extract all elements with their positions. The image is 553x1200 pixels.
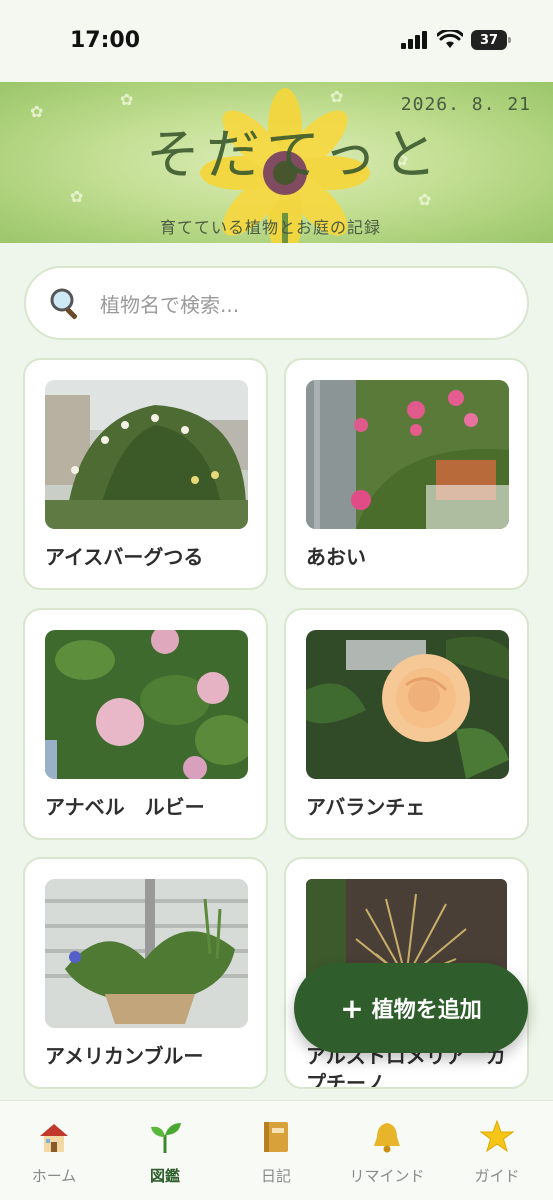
- sparkle-icon: ✿: [30, 102, 44, 121]
- plant-card[interactable]: アメリカンブルー: [23, 857, 268, 1089]
- plant-name: アナベル ルビー: [45, 795, 205, 819]
- plant-photo: [45, 380, 248, 529]
- tab-remind[interactable]: リマインド: [337, 1119, 437, 1186]
- battery-icon: 37: [471, 30, 511, 50]
- tab-zukan-label: 図鑑: [149, 1167, 180, 1185]
- search-placeholder: 植物名で検索...: [100, 292, 240, 317]
- plant-photo: [45, 630, 248, 779]
- app-title: そだてっと: [146, 123, 443, 186]
- plant-photo: [306, 630, 509, 779]
- tab-guide[interactable]: ガイド: [447, 1119, 547, 1186]
- notebook-icon: [264, 1122, 288, 1152]
- signal-icon: [401, 31, 427, 49]
- tab-diary-label: 日記: [260, 1167, 291, 1185]
- tab-home[interactable]: ホーム: [4, 1119, 104, 1186]
- tab-zukan[interactable]: 図鑑: [115, 1119, 215, 1186]
- plant-photo: [306, 380, 509, 529]
- status-time: 17:00: [70, 28, 141, 53]
- tab-diary[interactable]: 日記: [226, 1119, 326, 1186]
- tab-remind-label: リマインド: [349, 1167, 425, 1185]
- tab-guide-label: ガイド: [474, 1167, 520, 1185]
- plant-name: アイスバーグつる: [45, 545, 204, 569]
- sparkle-icon: ✿: [70, 187, 84, 206]
- plant-card[interactable]: アナベル ルビー: [23, 608, 268, 840]
- banner-subtitle: 育てている植物とお庭の記録: [160, 218, 382, 237]
- status-icons: 37: [401, 30, 511, 50]
- banner-date: 2026. 8. 21: [400, 94, 531, 115]
- plant-card[interactable]: アバランチェ: [284, 608, 529, 840]
- plant-card[interactable]: あおい: [284, 358, 529, 590]
- plant-name: アバランチェ: [306, 795, 426, 819]
- search-input[interactable]: 植物名で検索...: [24, 266, 529, 340]
- star-icon: [479, 1119, 515, 1153]
- plus-icon: +: [340, 991, 364, 1025]
- plant-card[interactable]: アイスバーグつる: [23, 358, 268, 590]
- plant-name: あおい: [306, 545, 366, 569]
- bell-icon: [374, 1123, 400, 1153]
- plant-photo: [45, 879, 248, 1028]
- add-plant-label: 植物を追加: [371, 998, 482, 1023]
- add-plant-button[interactable]: + 植物を追加: [294, 963, 528, 1053]
- search-icon: [50, 288, 78, 320]
- status-bar: 17:00 37: [0, 0, 553, 82]
- wifi-icon: [437, 30, 463, 48]
- header-banner: ✿ ✿ ✿ ✿ ✿ ✿ そだてっと 2026. 8. 21 育てている植物とお庭…: [0, 82, 553, 243]
- sprout-icon: [151, 1123, 181, 1153]
- sparkle-icon: ✿: [330, 87, 344, 106]
- sparkle-icon: ✿: [120, 90, 134, 109]
- house-icon: [40, 1124, 68, 1152]
- plant-name: アメリカンブルー: [45, 1044, 204, 1068]
- tab-home-label: ホーム: [31, 1167, 77, 1185]
- sparkle-icon: ✿: [418, 190, 432, 209]
- bottom-nav: ホーム 図鑑 日記 リマインド ガイド: [0, 1100, 553, 1200]
